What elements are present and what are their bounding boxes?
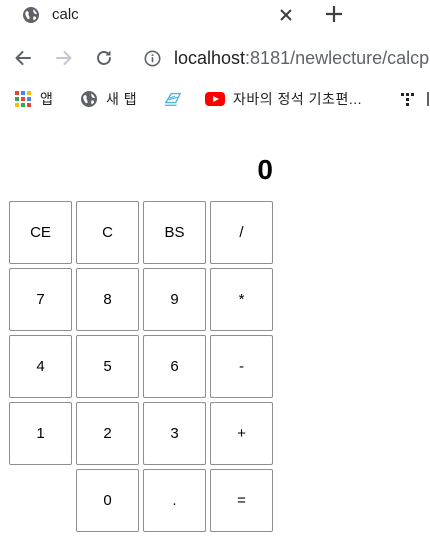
key-1[interactable]: 1 (9, 402, 72, 465)
plus-icon[interactable] (323, 2, 345, 26)
bookmark-new-tab[interactable]: 새 탭 (80, 88, 137, 110)
address-bar[interactable]: localhost:8181/newlecture/calcpa (174, 47, 430, 69)
globe-icon (81, 91, 97, 107)
key-clear[interactable]: C (76, 201, 139, 264)
browser-toolbar: localhost:8181/newlecture/calcpa (0, 40, 430, 76)
close-icon[interactable] (278, 5, 294, 25)
tab-title[interactable]: calc (52, 5, 79, 25)
key-6[interactable]: 6 (143, 335, 206, 398)
bookmark-label: 새 탭 (106, 91, 138, 107)
key-backspace[interactable]: BS (143, 201, 206, 264)
arrow-left-icon[interactable] (13, 48, 33, 68)
key-7[interactable]: 7 (9, 268, 72, 331)
bookmark-label: 자바의 정석 기초편... (233, 91, 362, 107)
key-0[interactable]: 0 (76, 469, 139, 532)
key-clear-entry[interactable]: CE (9, 201, 72, 264)
key-5[interactable]: 5 (76, 335, 139, 398)
key-9[interactable]: 9 (143, 268, 206, 331)
arrow-right-icon[interactable] (54, 48, 74, 68)
key-equals[interactable]: = (210, 469, 273, 532)
bookmark-label: 앱 (40, 91, 54, 107)
key-3[interactable]: 3 (143, 402, 206, 465)
key-decimal[interactable]: . (143, 469, 206, 532)
globe-icon (23, 7, 39, 23)
bookmark-youtube-java[interactable]: 자바의 정석 기초편... (205, 88, 362, 110)
key-add[interactable]: + (210, 402, 273, 465)
key-8[interactable]: 8 (76, 268, 139, 331)
tab-strip: calc (0, 0, 430, 30)
bookmark-apps[interactable]: 앱 (14, 88, 53, 110)
youtube-icon (205, 92, 225, 106)
bookmark-more[interactable] (398, 88, 416, 110)
bookmark-overflow-edge (427, 92, 429, 106)
info-icon[interactable] (144, 50, 161, 67)
key-divide[interactable]: / (210, 201, 273, 264)
reload-icon[interactable] (94, 48, 114, 68)
key-multiply[interactable]: * (210, 268, 273, 331)
calc-display: 0 (257, 154, 273, 185)
key-2[interactable]: 2 (76, 402, 139, 465)
dino-icon (164, 92, 182, 106)
dots-icon (401, 93, 414, 106)
bookmarks-bar: 앱 새 탭 자바의 정석 기초편... (0, 86, 430, 112)
key-4[interactable]: 4 (9, 335, 72, 398)
bookmark-dino[interactable] (164, 88, 182, 110)
key-subtract[interactable]: - (210, 335, 273, 398)
apps-grid-icon (15, 91, 31, 107)
url-host: localhost (174, 48, 246, 68)
url-path: :8181/newlecture/calcpa (245, 48, 430, 68)
